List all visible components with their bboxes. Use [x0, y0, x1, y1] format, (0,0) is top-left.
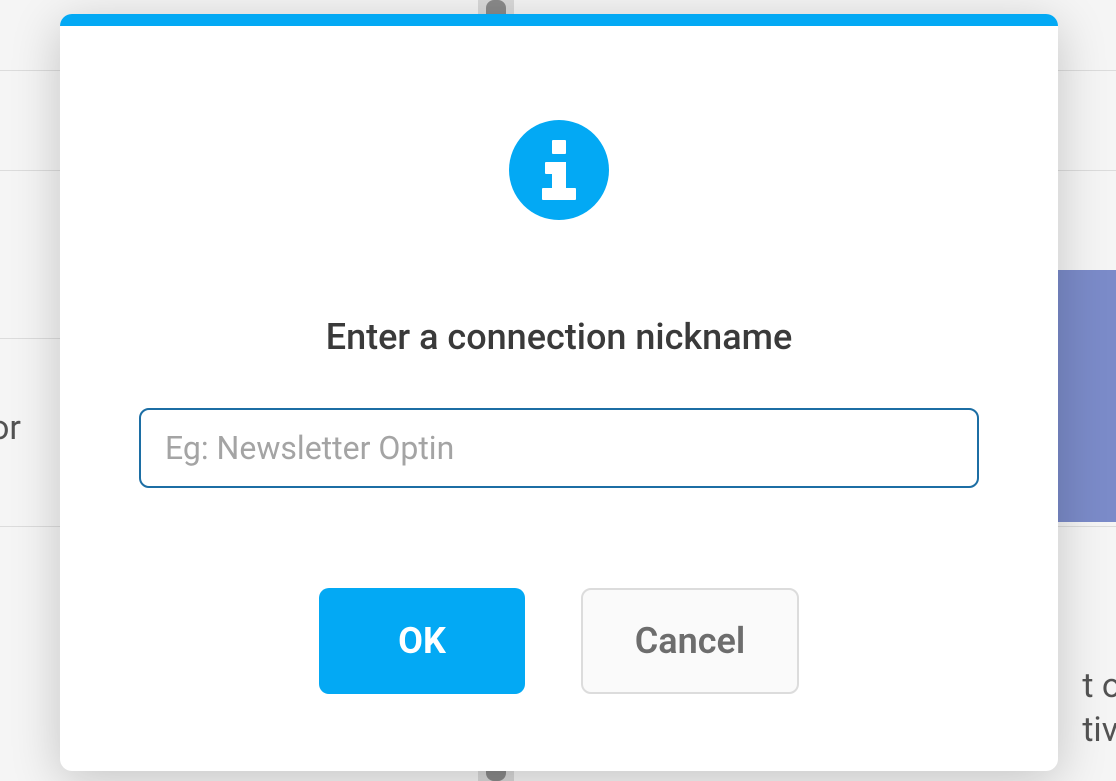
bg-text-fragment: or — [0, 408, 21, 448]
cancel-button[interactable]: Cancel — [581, 588, 799, 694]
info-icon — [509, 120, 609, 220]
connection-nickname-dialog: Enter a connection nickname OK Cancel — [60, 14, 1058, 771]
ok-button[interactable]: OK — [319, 588, 525, 694]
dialog-heading: Enter a connection nickname — [326, 316, 793, 358]
bg-text-fragment: t of tive — [1082, 664, 1116, 752]
dialog-button-row: OK Cancel — [319, 588, 799, 694]
connection-nickname-input[interactable] — [139, 408, 979, 488]
dialog-accent-bar — [60, 14, 1058, 26]
